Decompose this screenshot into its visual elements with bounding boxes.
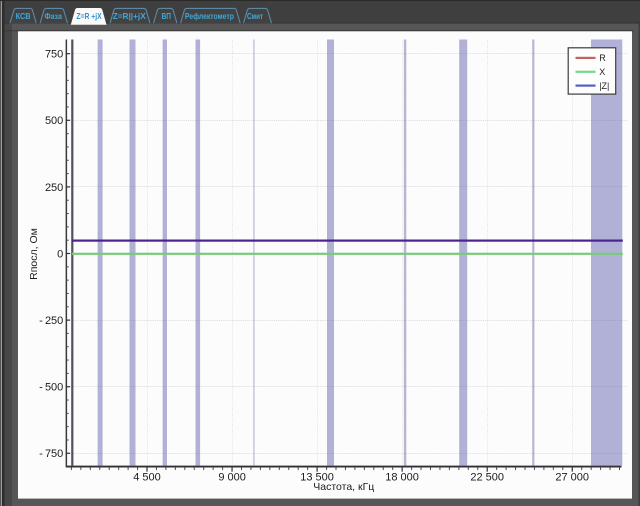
svg-text:X: X (599, 67, 605, 77)
svg-text:9 000: 9 000 (218, 471, 246, 483)
svg-text:- 750: - 750 (39, 448, 63, 460)
svg-text:Частота, кГц: Частота, кГц (313, 481, 374, 493)
svg-text:22 500: 22 500 (470, 471, 504, 483)
svg-text:|Z|: |Z| (599, 81, 609, 91)
svg-text:750: 750 (45, 49, 63, 61)
svg-text:500: 500 (45, 115, 63, 127)
svg-text:- 250: - 250 (39, 315, 63, 327)
svg-text:Z=R||+jX: Z=R||+jX (113, 11, 146, 21)
svg-text:4 500: 4 500 (133, 471, 161, 483)
svg-text:Rпосл, Ом: Rпосл, Ом (28, 228, 40, 280)
svg-text:18 000: 18 000 (385, 471, 419, 483)
svg-text:0: 0 (57, 248, 63, 260)
svg-text:ВП: ВП (161, 11, 171, 21)
svg-text:КСВ: КСВ (16, 11, 31, 21)
svg-text:Z=R +jX: Z=R +jX (76, 11, 102, 21)
svg-text:250: 250 (45, 182, 63, 194)
svg-text:- 500: - 500 (39, 382, 63, 394)
svg-text:R: R (599, 53, 606, 63)
svg-text:Фаза: Фаза (44, 11, 62, 21)
svg-text:Рефлектометр: Рефлектометр (185, 11, 234, 21)
svg-text:27 000: 27 000 (555, 471, 589, 483)
svg-text:Смит: Смит (247, 11, 263, 21)
